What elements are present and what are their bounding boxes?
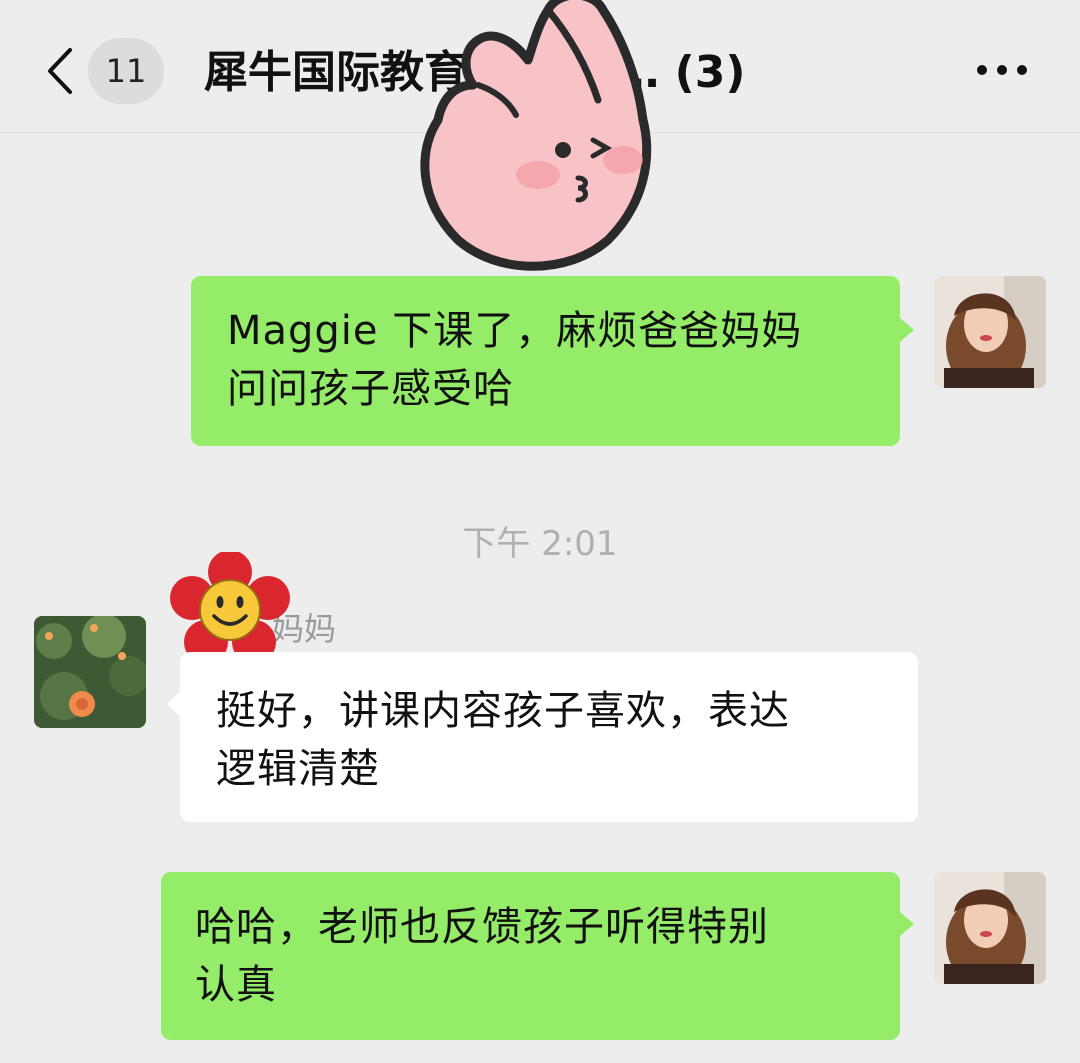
message-text: 挺好，讲课内容孩子喜欢，表达 [216,688,790,734]
message-text: 认真 [195,962,277,1008]
message-bubble-outgoing[interactable]: 哈哈，老师也反馈孩子听得特别 认真 [161,872,900,1040]
message-text: 哈哈，老师也反馈孩子听得特别 [195,904,769,950]
pink-finger-heart-sticker [420,0,652,271]
ellipsis-icon[interactable] [974,58,1030,82]
smiley-flower-sticker [170,552,290,664]
unread-count-badge[interactable]: 11 [88,38,164,104]
message-text: 逻辑清楚 [216,746,380,792]
flower-bush-avatar-image [34,616,146,728]
message-timestamp: 下午 2:01 [462,524,618,564]
bubble-tail [900,318,914,342]
avatar-self[interactable] [934,872,1046,984]
message-text: 问问孩子感受哈 [227,366,514,412]
bubble-tail [900,912,914,936]
message-bubble-outgoing[interactable]: Maggie 下课了，麻烦爸爸妈妈 问问孩子感受哈 [191,276,900,446]
message-bubble-incoming[interactable]: 挺好，讲课内容孩子喜欢，表达 逻辑清楚 [180,652,918,822]
avatar-other[interactable] [34,616,146,728]
chevron-left-icon[interactable] [42,46,78,96]
teacher-avatar-image [934,872,1046,984]
bubble-tail [166,692,180,716]
message-text: Maggie 下课了，麻烦爸爸妈妈 [227,308,803,354]
teacher-avatar-image [934,276,1046,388]
avatar-self[interactable] [934,276,1046,388]
